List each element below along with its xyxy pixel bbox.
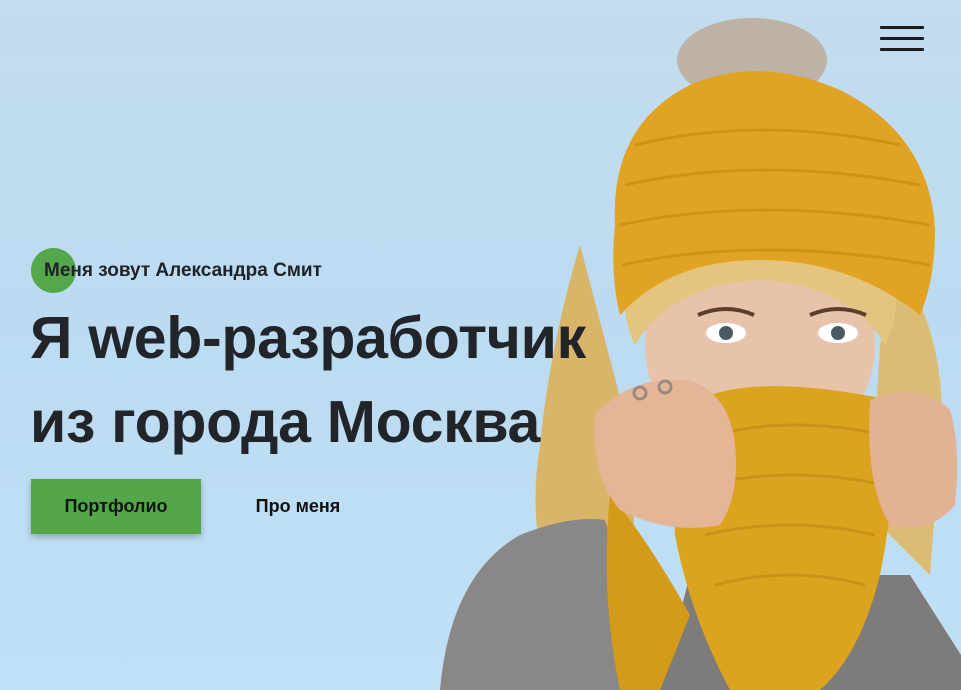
intro-text: Меня зовут Александра Смит <box>44 260 322 281</box>
page-title: Я web-разработчик из города Москва <box>30 296 586 464</box>
menu-line <box>880 48 924 51</box>
headline-rest: разработчик <box>221 305 586 371</box>
headline-prefix: Я <box>30 305 73 371</box>
portfolio-button[interactable]: Портфолио <box>31 479 201 534</box>
headline-accent: web- <box>88 305 222 371</box>
menu-line <box>880 26 924 29</box>
about-me-button[interactable]: Про меня <box>233 479 363 534</box>
hamburger-menu-icon[interactable] <box>878 24 926 54</box>
menu-line <box>880 37 924 40</box>
headline-line2: из города Москва <box>30 389 541 455</box>
